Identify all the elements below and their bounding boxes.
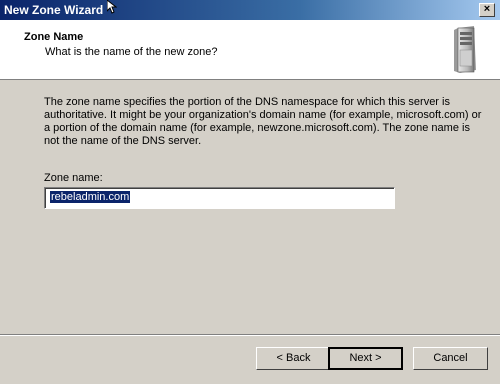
title-bar: New Zone Wizard × [0,0,500,20]
page-title: Zone Name [24,31,84,43]
zone-description: The zone name specifies the portion of t… [44,96,482,147]
back-button[interactable]: < Back [256,347,331,370]
cancel-button[interactable]: Cancel [413,347,488,370]
zone-name-label: Zone name: [44,172,103,184]
wizard-header: Zone Name What is the name of the new zo… [0,20,500,80]
window-title: New Zone Wizard [4,3,104,17]
mouse-cursor-icon [107,0,117,14]
close-button[interactable]: × [479,3,495,17]
page-subtitle: What is the name of the new zone? [45,46,218,58]
footer-separator [0,334,500,336]
next-button[interactable]: Next > [328,347,403,370]
zone-name-value: rebeladmin.com [50,191,131,203]
server-icon [454,26,476,73]
zone-name-input[interactable]: rebeladmin.com [44,187,395,209]
